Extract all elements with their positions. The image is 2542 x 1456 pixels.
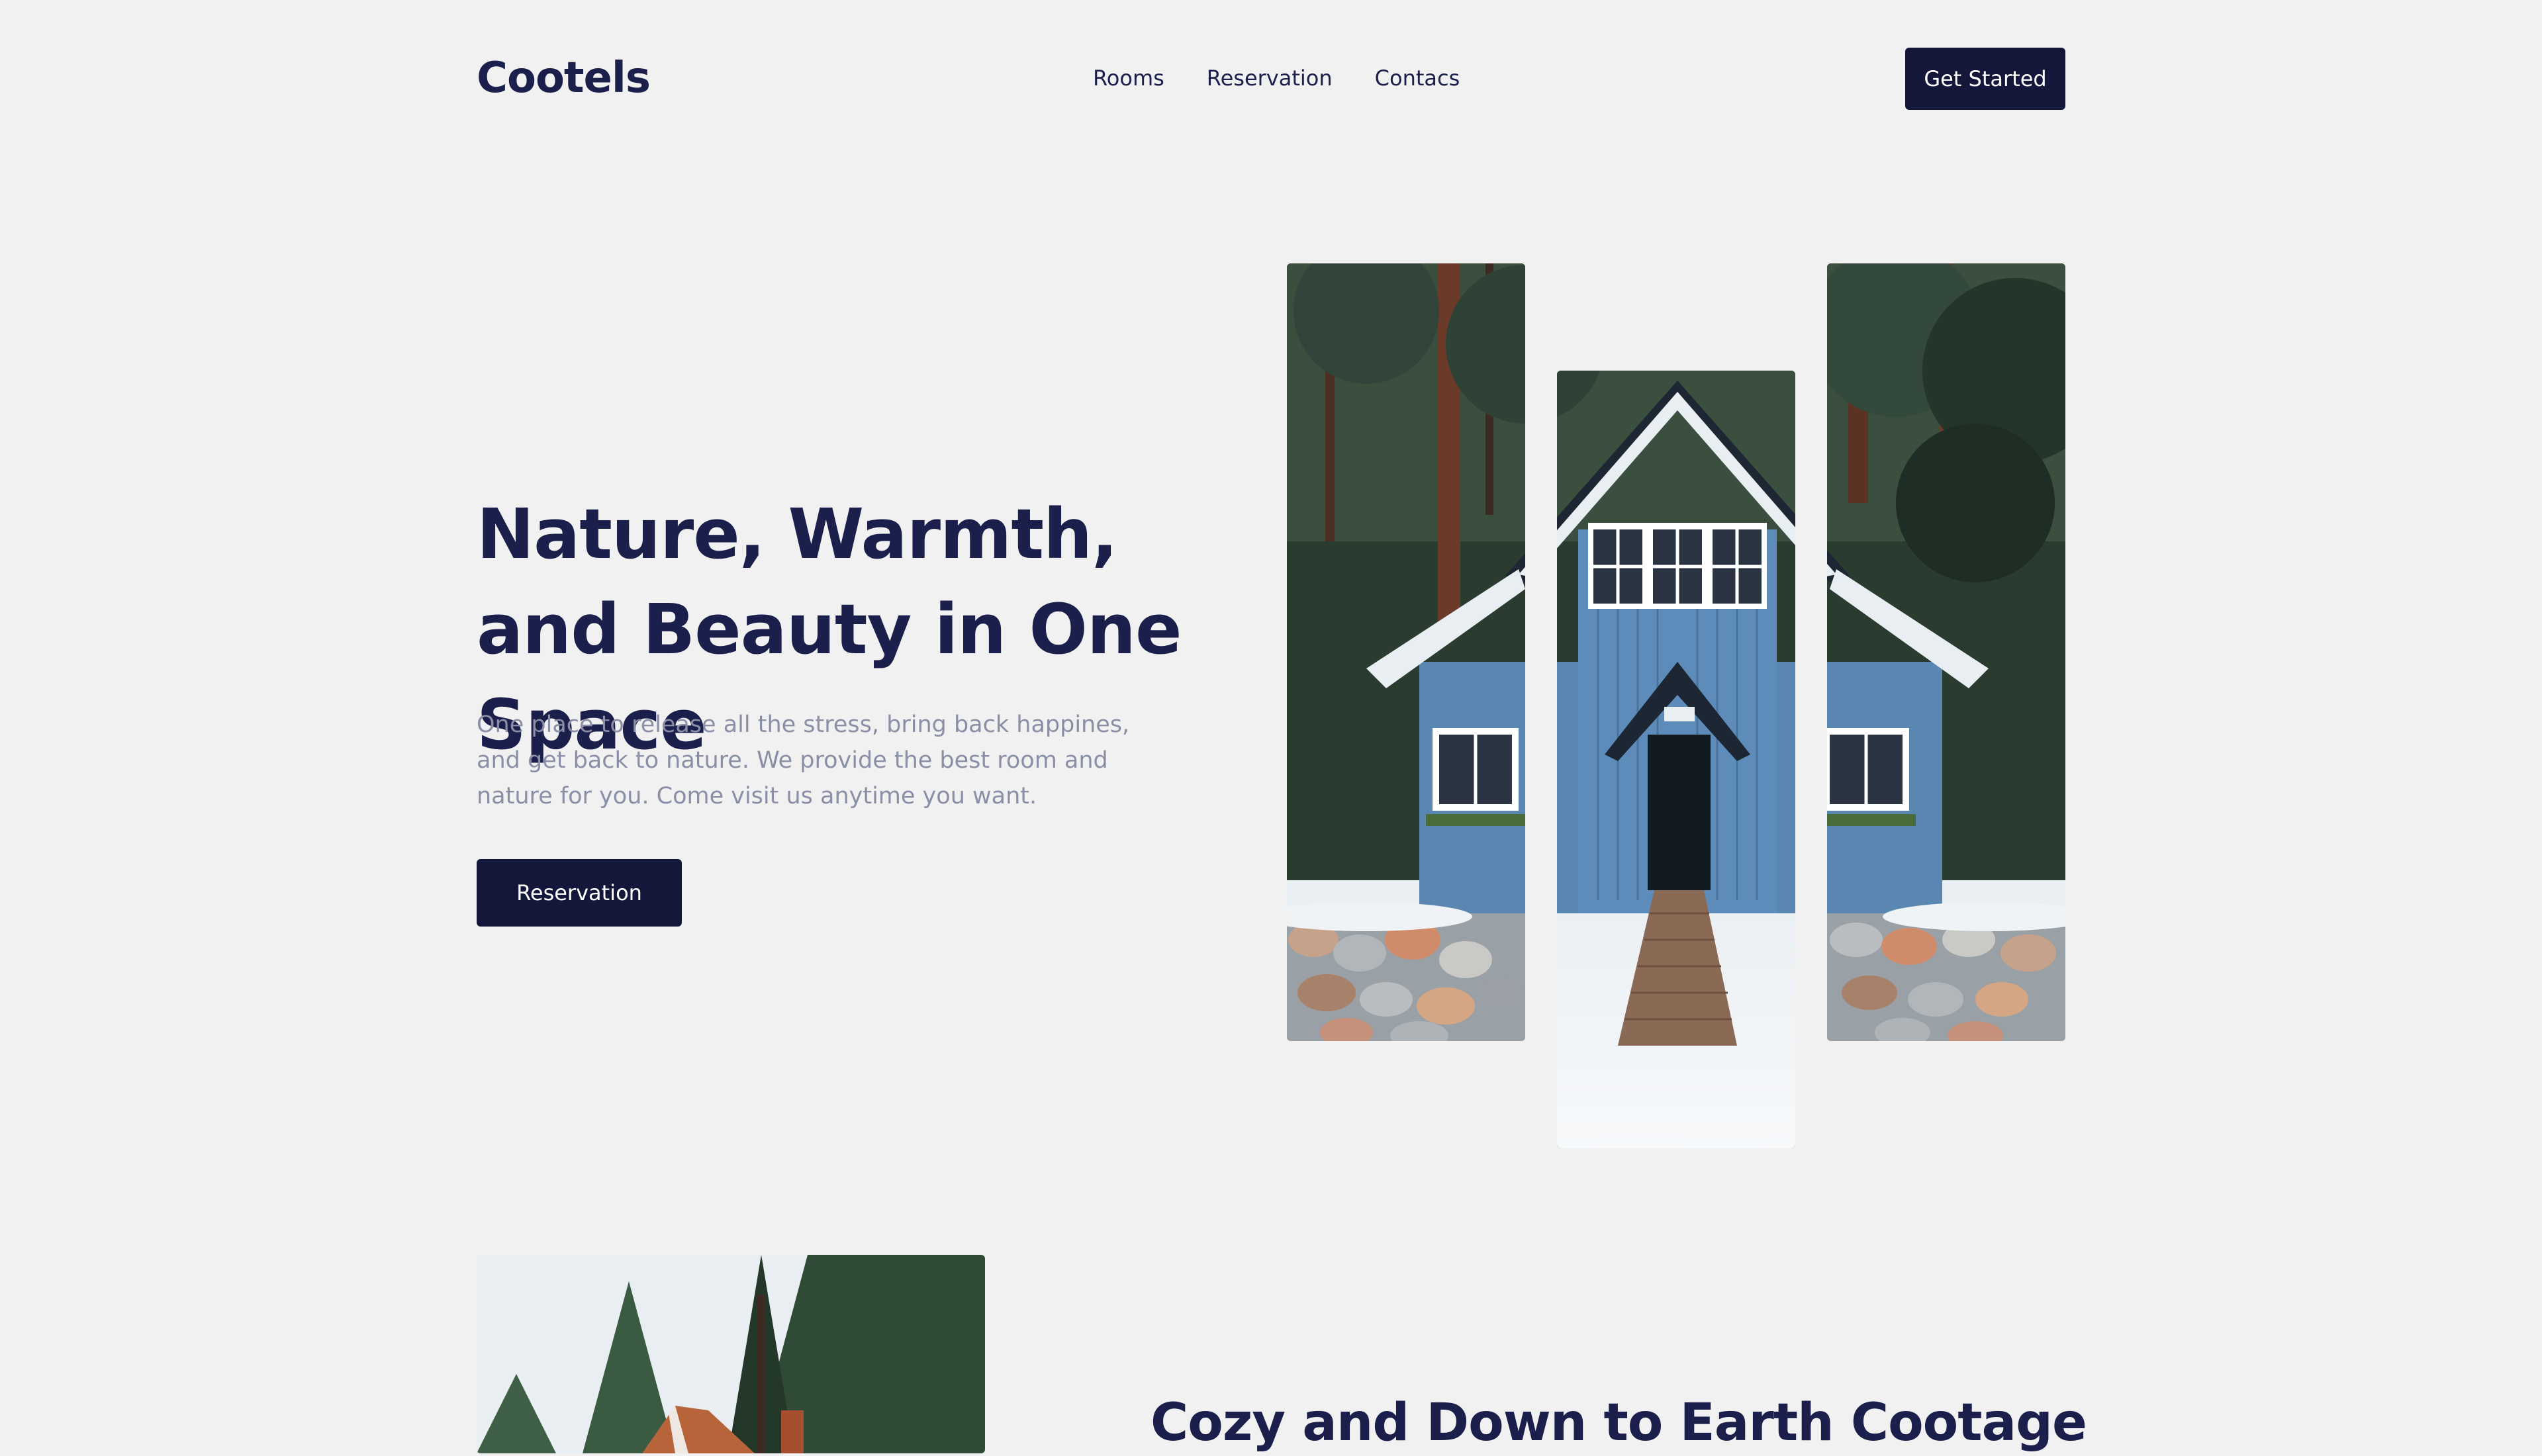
reservation-button[interactable]: Reservation: [477, 859, 682, 927]
section-title: Cozy and Down to Earth Cootage: [1151, 1393, 2087, 1453]
nav-item-reservation[interactable]: Reservation: [1207, 63, 1333, 93]
nav-item-rooms[interactable]: Rooms: [1093, 63, 1164, 93]
hero-house-image-left: [1287, 263, 1525, 1041]
hero-house-image-center: [1557, 371, 1795, 1148]
cabin-photo: [477, 1255, 985, 1453]
hero-description: One place to release all the stress, bri…: [477, 711, 1130, 809]
get-started-button[interactable]: Get Started: [1905, 48, 2065, 110]
hero-house-image-right: [1827, 263, 2065, 1041]
nav-item-contacs[interactable]: Contacs: [1375, 63, 1460, 93]
brand-logo[interactable]: Cootels: [477, 52, 651, 105]
main-nav: Rooms Reservation Contacs: [1093, 63, 1460, 93]
